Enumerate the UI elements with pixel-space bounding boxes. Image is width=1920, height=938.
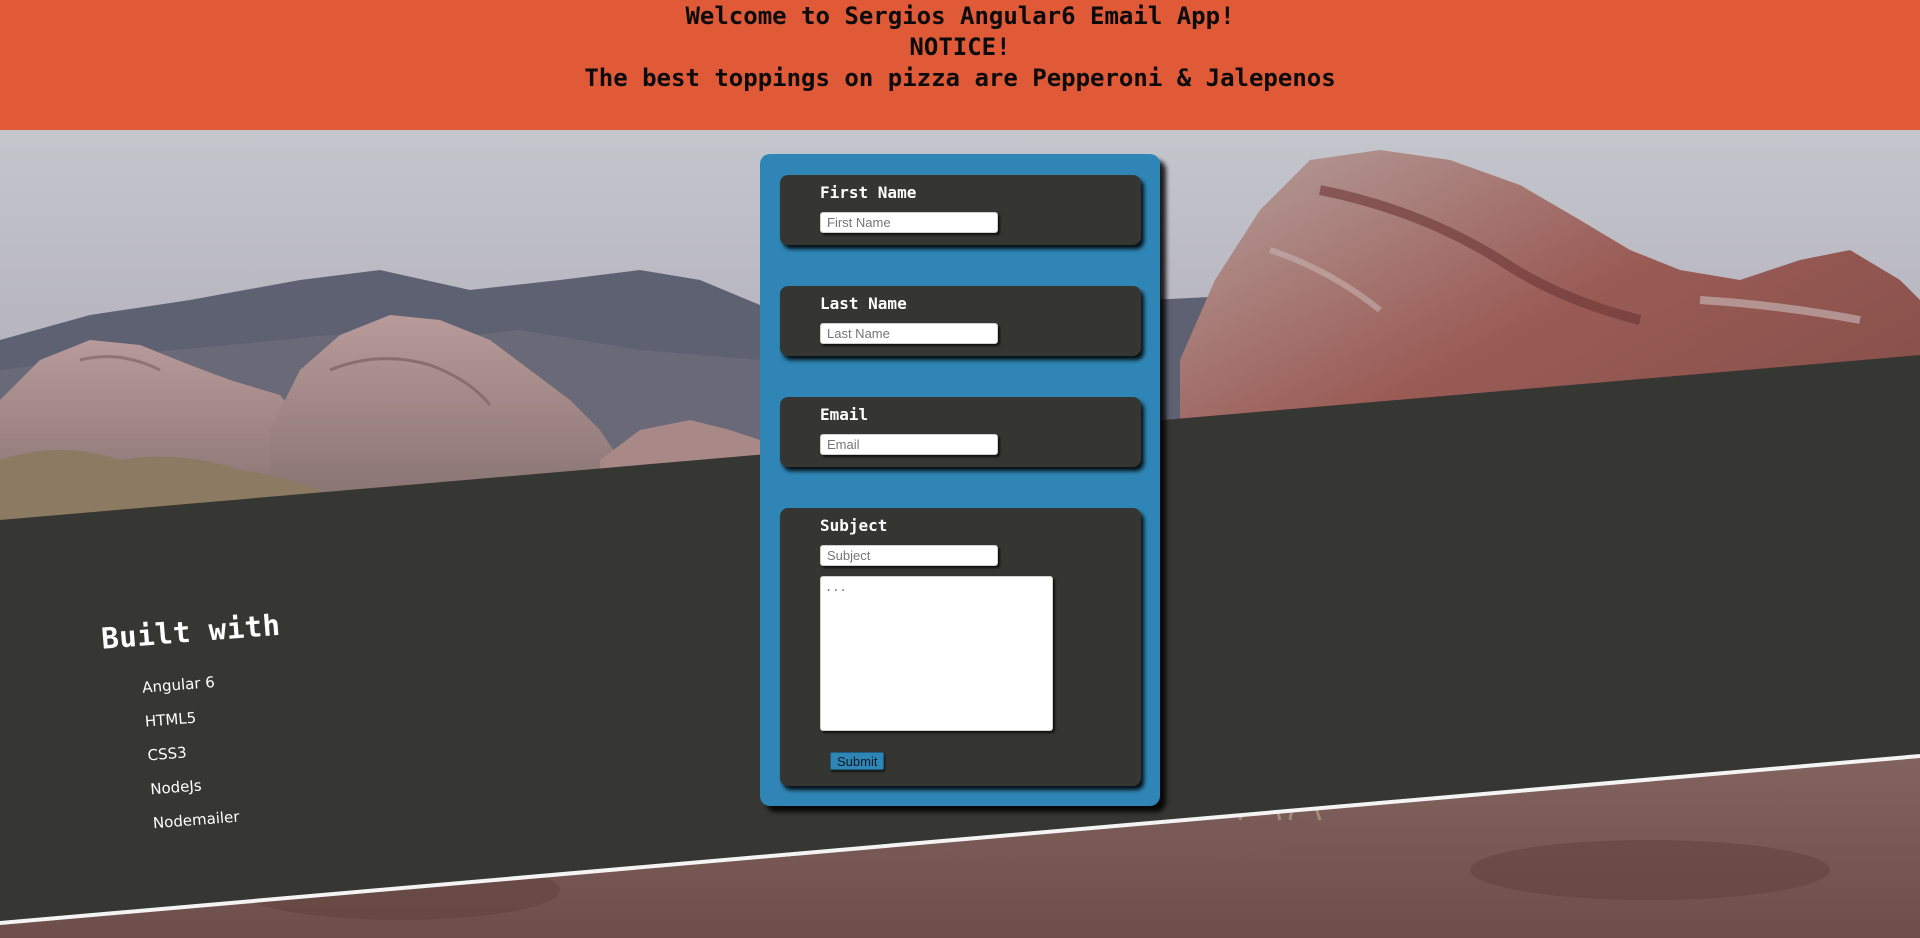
message-textarea[interactable] [820,576,1053,731]
header-banner: Welcome to Sergios Angular6 Email App! N… [0,0,1920,130]
last-name-label: Last Name [820,294,907,313]
submit-button[interactable]: Submit [830,752,885,770]
first-name-label: First Name [820,183,917,202]
notice-message: The best toppings on pizza are Pepperoni… [584,64,1336,92]
subject-input[interactable] [820,545,998,566]
email-form-card: First Name Last Name Email Subject Submi… [760,154,1160,806]
last-name-input[interactable] [820,323,998,344]
first-name-panel: First Name [780,175,1141,245]
subject-label: Subject [820,516,888,535]
last-name-panel: Last Name [780,286,1141,356]
email-panel: Email [780,397,1141,467]
first-name-input[interactable] [820,212,998,233]
notice-heading: NOTICE! [909,33,1011,61]
built-with-list: Angular 6 HTML5 CSS3 NodeJs Nodemailer [102,649,434,844]
subject-panel: Subject Submit [780,508,1141,786]
page-title: Welcome to Sergios Angular6 Email App! [685,2,1235,30]
built-with-section: Built with Angular 6 HTML5 CSS3 NodeJs N… [98,597,434,843]
email-input[interactable] [820,434,998,455]
email-label: Email [820,405,869,424]
